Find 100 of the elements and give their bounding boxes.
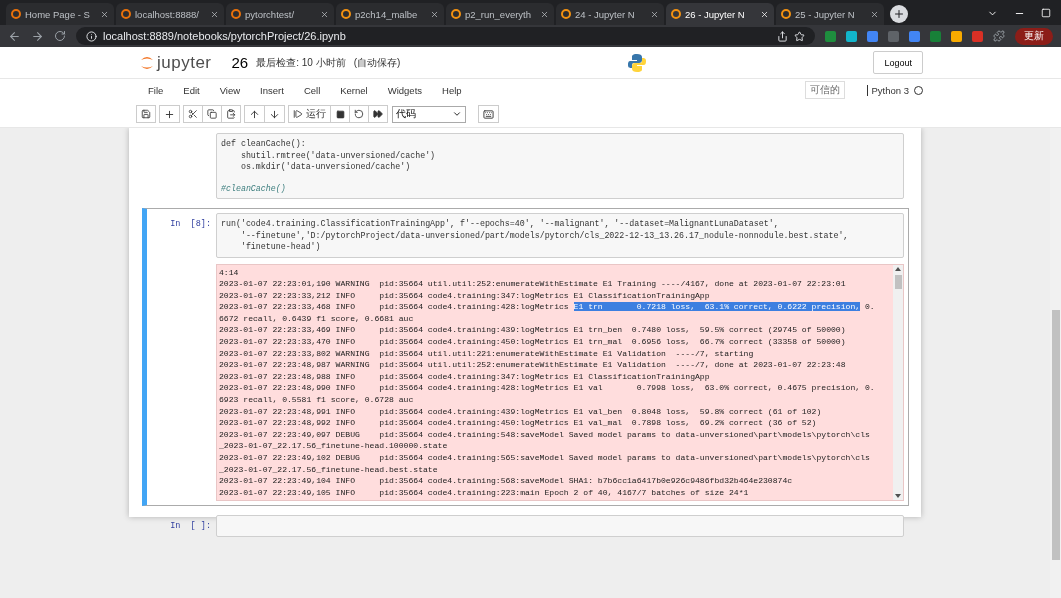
clipboard-icon[interactable] [226, 109, 236, 119]
code-input[interactable] [216, 514, 904, 537]
close-icon[interactable] [100, 9, 109, 19]
run-button[interactable]: 运行 [288, 105, 331, 123]
menu-item[interactable]: Cell [295, 84, 333, 96]
arrow-up-icon[interactable] [249, 108, 260, 120]
browser-tab[interactable]: localhost:8888/ [116, 3, 224, 25]
browser-tab[interactable]: p2_run_everyth [446, 3, 554, 25]
paste-button[interactable] [221, 105, 241, 123]
log-line: 6923 recall, 0.5581 f1 score, 0.6728 auc [219, 394, 415, 406]
share-icon[interactable] [777, 30, 788, 42]
menu-item[interactable]: Kernel [332, 84, 380, 96]
move-down-button[interactable] [264, 105, 285, 123]
log-line: 4:14 [219, 266, 240, 279]
jupyter-logo-text: jupyter [157, 52, 212, 73]
browser-tab[interactable]: Home Page - S [6, 3, 114, 25]
save-button[interactable] [136, 105, 156, 123]
python-logo-icon [626, 52, 647, 73]
move-up-button[interactable] [244, 105, 265, 123]
tab-favicon-icon [121, 9, 131, 19]
notebook-cell[interactable] [142, 208, 909, 506]
log-line: 2023-01-07 22:23:49,105 INFO pid:35664 code4.training:223:main Epoch 2 of 40, 4167/7 batches of size 24*1 [219, 486, 750, 499]
scissors-icon[interactable] [188, 109, 198, 119]
scroll-down-arrow-icon[interactable] [894, 491, 902, 500]
jupyter-logo-icon [140, 54, 154, 71]
cell-type-select[interactable]: 代码 [392, 105, 466, 123]
browser-tab[interactable]: 24 - Jupyter N [556, 3, 664, 25]
code-line: shutil.rmtree('data-unversioned/cache') [239, 149, 437, 161]
extension-icon[interactable] [867, 30, 878, 42]
log-line: 2023-01-07 22:23:01,190 WARNING pid:35664 util.util:252:enumerateWithEstimate E1 Training ----/4167, done at 2023-01-07 22:23:01 [219, 278, 847, 290]
log-line: 2023-01-07 22:23:33,470 INFO pid:35664 code4.training:450:logMetrics E1 trn_mal 0.6956 loss, 66.7% correct (33358 of 50000) [219, 336, 847, 348]
extension-icon[interactable] [951, 30, 962, 42]
restart-button[interactable] [349, 105, 369, 123]
notebook-cell[interactable]: In [ ]: [142, 509, 909, 542]
menu-item[interactable]: View [211, 84, 253, 96]
stop-icon[interactable] [335, 109, 345, 119]
log-line: 2023-01-07 22:23:33,802 WARNING pid:35664 util.util:221:enumerateWithEstimate E1 Validation ----/7, starting [219, 347, 755, 360]
extension-icon[interactable] [909, 30, 920, 42]
puzzle-icon[interactable] [993, 30, 1005, 42]
code-line: run('code4.training.ClassificationTrainingApp', f'--epochs=40', '--malignant', '--dataset=MalignantLunaDataset', [221, 218, 780, 230]
browser-tab[interactable]: pytorchtest/ [226, 3, 334, 25]
tab-favicon-icon [671, 9, 681, 19]
trusted-indicator[interactable]: 可信的 [804, 81, 845, 99]
scrollbar[interactable] [893, 264, 903, 500]
stop-button[interactable] [330, 105, 350, 123]
code-input[interactable]: def cleanCache(): shutil.rmtree('data-unversioned/cache') os.mkdir('data-unversioned/cache') #cleanCache() [216, 133, 904, 199]
arrow-down-icon[interactable] [269, 108, 280, 120]
log-line: 6672 recall, 0.6439 f1 score, 0.6681 auc [219, 312, 415, 325]
reload-icon[interactable] [54, 30, 66, 42]
address-bar[interactable]: localhost:8889/notebooks/pytorchProject/26.ipynb [76, 27, 815, 45]
restart-icon[interactable] [354, 109, 364, 119]
keyboard-shortcuts-button[interactable] [478, 105, 499, 123]
chevron-down-icon[interactable] [452, 109, 462, 119]
input-prompt: In [ ]: [169, 519, 212, 531]
notebook-cell[interactable]: def cleanCache(): shutil.rmtree('data-unversioned/cache') os.mkdir('data-unversioned/cache') #cleanCache() [142, 128, 909, 204]
keyboard-icon[interactable] [483, 108, 494, 120]
close-icon[interactable] [760, 9, 769, 19]
restart-run-all-button[interactable] [368, 105, 388, 123]
notebook-name[interactable]: 26 [231, 54, 249, 71]
save-icon[interactable] [141, 109, 151, 119]
log-line: 2023-01-07 22:23:48,988 INFO pid:35664 code4.training:347:logMetrics E1 ClassificationTrainingApp [219, 370, 711, 383]
browser-tab[interactable]: 25 - Jupyter N [776, 3, 884, 25]
close-icon[interactable] [870, 9, 879, 19]
update-button[interactable]: 更新 [1015, 27, 1053, 45]
copy-button[interactable] [202, 105, 222, 123]
tab-favicon-icon [231, 9, 241, 19]
menu-item[interactable]: Help [434, 84, 474, 96]
cut-button[interactable] [183, 105, 203, 123]
back-icon[interactable] [8, 29, 21, 43]
extension-icon[interactable] [846, 30, 857, 42]
close-icon[interactable] [430, 9, 439, 19]
menu-item[interactable]: Widgets [379, 84, 435, 96]
logout-button[interactable]: Logout [873, 51, 923, 74]
forward-icon[interactable] [31, 29, 44, 43]
scroll-thumb[interactable] [894, 274, 902, 289]
browser-tab[interactable]: p2ch14_malbe [336, 3, 444, 25]
menu-item[interactable]: File [140, 84, 176, 96]
browser-tab[interactable]: 26 - Jupyter N [666, 3, 774, 25]
close-icon[interactable] [210, 9, 219, 19]
autosave-status: (自动保存) [353, 55, 401, 70]
step-forward-icon[interactable] [293, 109, 303, 119]
info-icon[interactable] [86, 30, 97, 42]
star-icon[interactable] [794, 30, 805, 42]
log-line: 2023-01-07 22:23:48,990 INFO pid:35664 code4.training:428:logMetrics E1 val 0.7998 loss, 63.0% correct, 0.4675 precision, 0. [219, 382, 876, 395]
copy-icon[interactable] [207, 109, 217, 119]
plus-icon[interactable] [164, 108, 175, 120]
checkpoint-status: 最后检查: 10 小时前 [256, 55, 346, 70]
menu-item[interactable]: Insert [252, 84, 296, 96]
code-input[interactable] [216, 213, 904, 258]
menu-item[interactable]: Edit [175, 84, 212, 96]
log-line: 2023-01-07 22:23:49,102 DEBUG pid:35664 code4.training:565:saveModel Saved model params to data-unversioned\part\models\pytorch\cls [219, 452, 871, 464]
maximize-icon[interactable] [1041, 8, 1051, 18]
tab-favicon-icon [341, 9, 351, 19]
extension-icon[interactable] [825, 30, 836, 42]
scroll-thumb[interactable] [1051, 310, 1060, 560]
close-icon[interactable] [320, 9, 329, 19]
close-icon[interactable] [540, 9, 549, 19]
fast-forward-icon[interactable] [373, 109, 383, 119]
close-icon[interactable] [650, 9, 659, 19]
insert-cell-button[interactable] [159, 105, 180, 123]
